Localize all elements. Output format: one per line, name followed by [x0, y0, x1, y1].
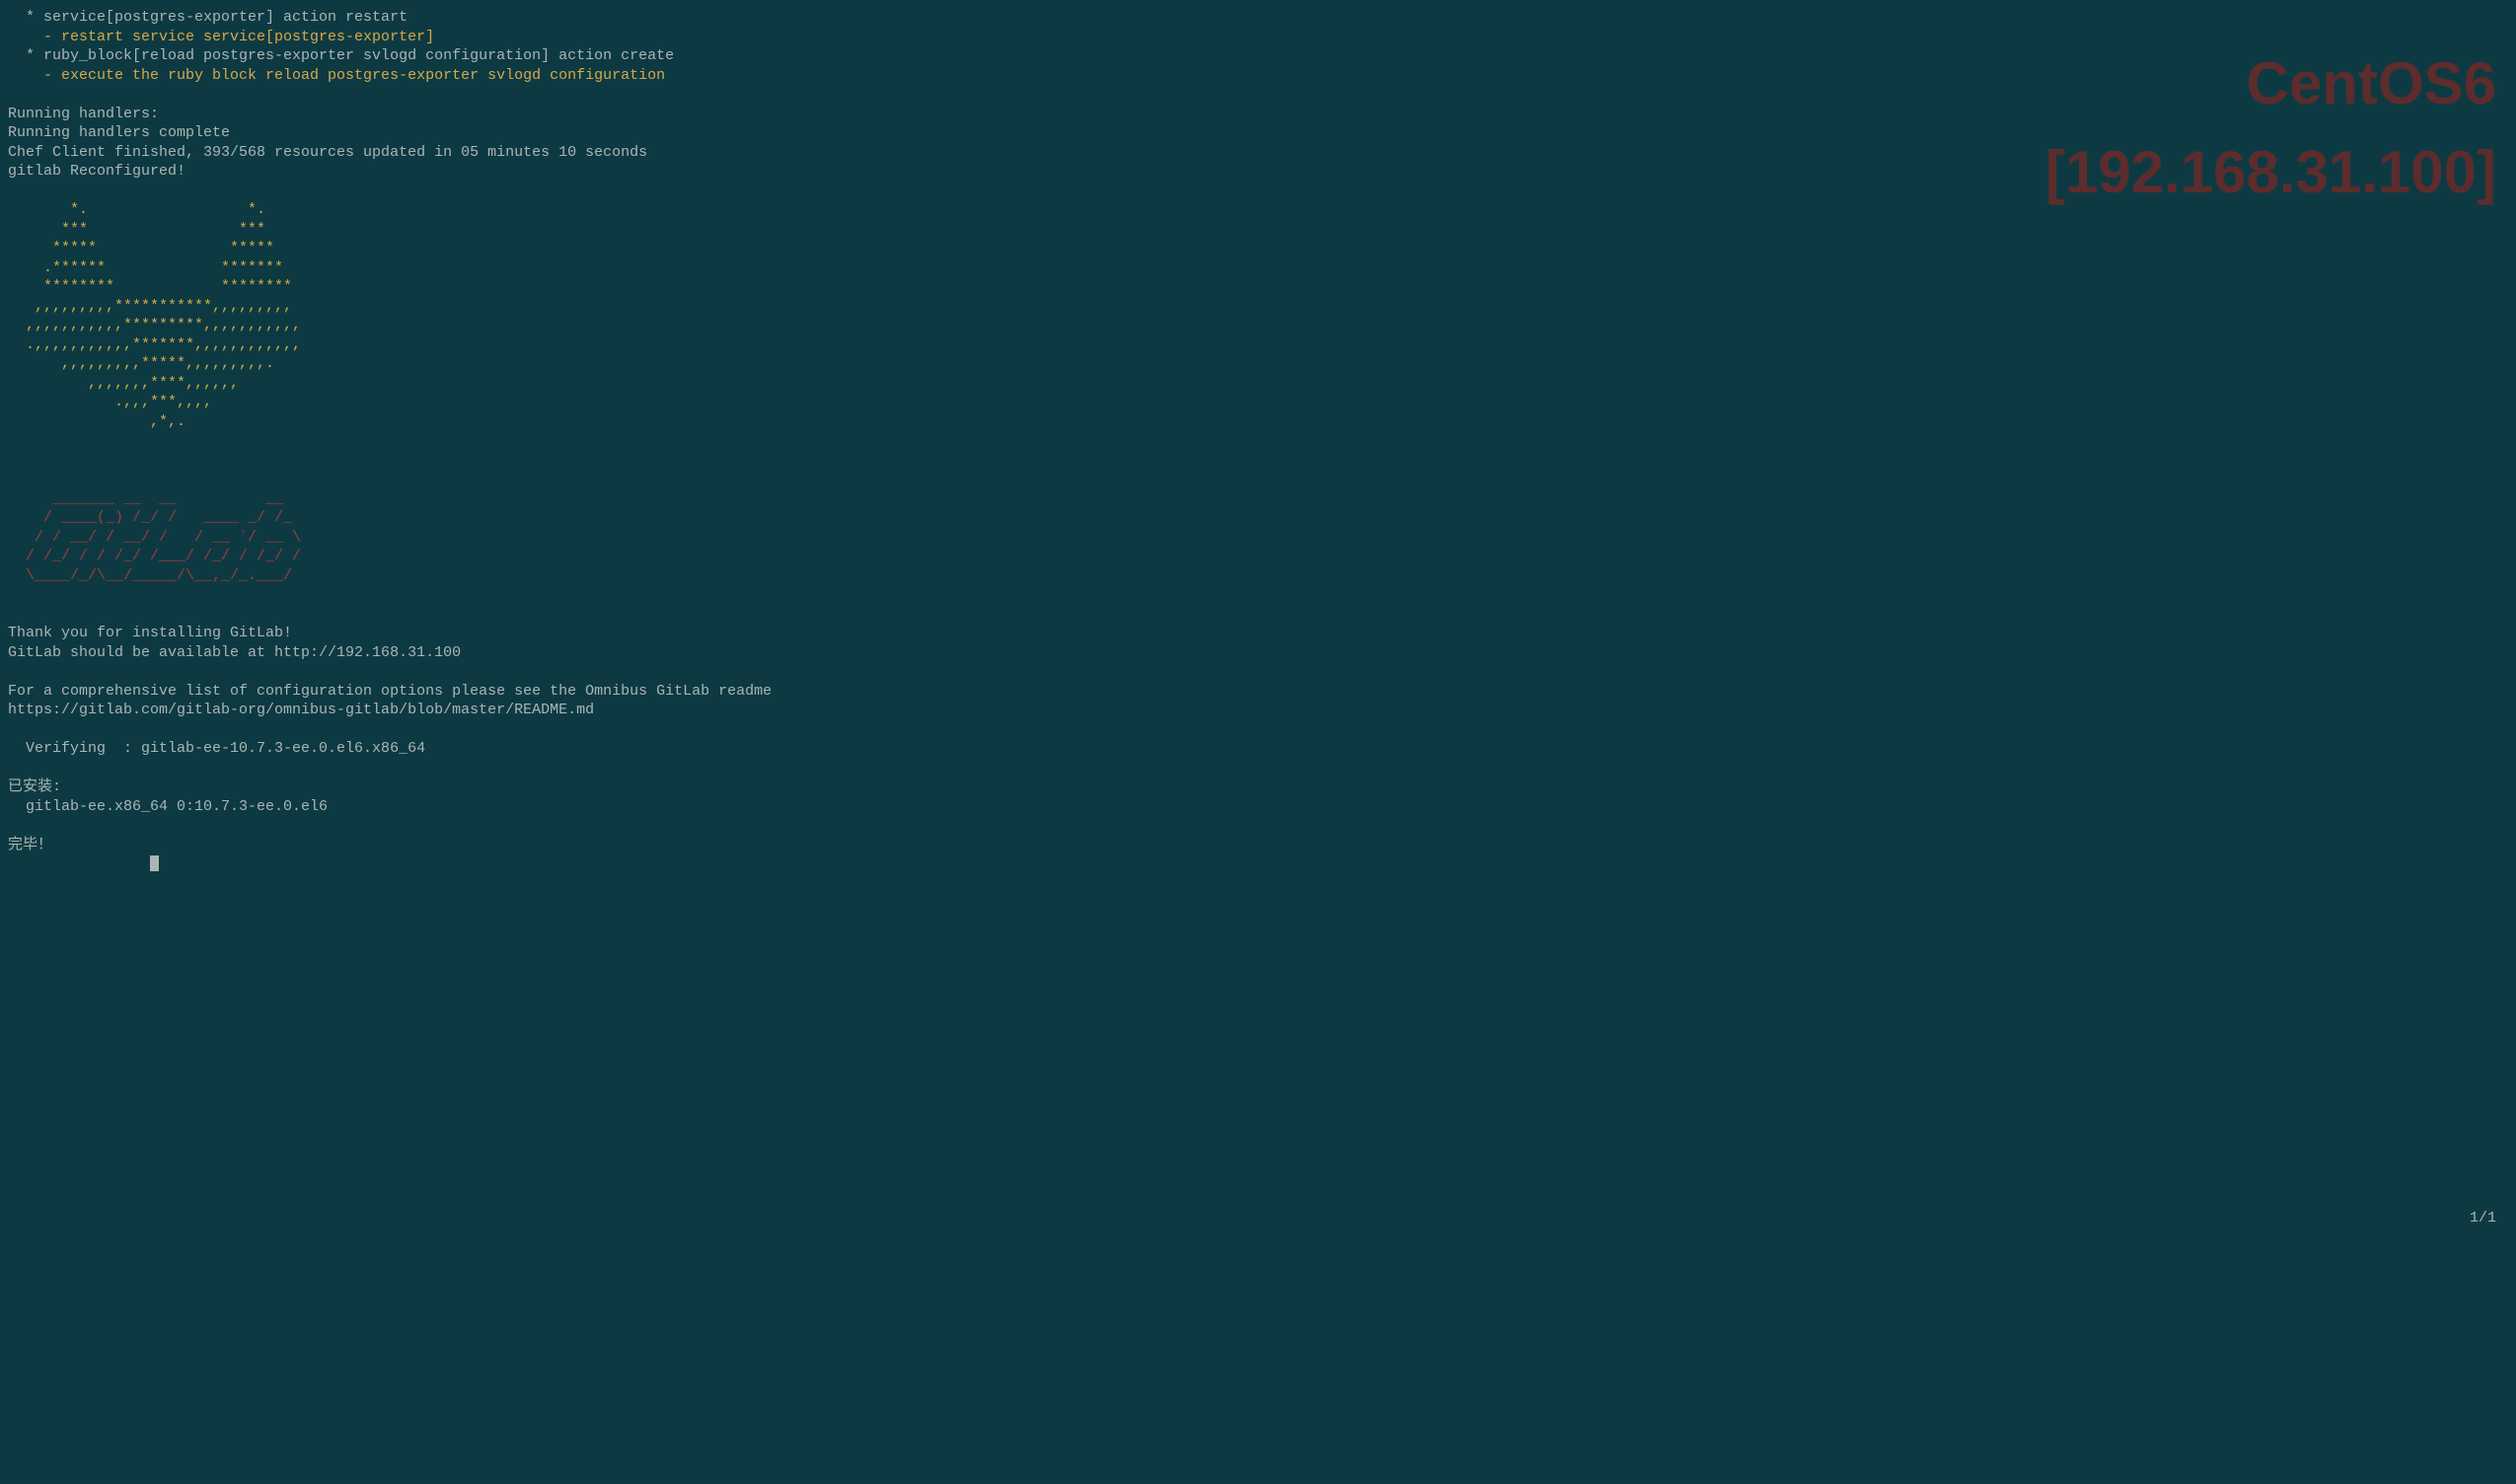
- terminal-host-watermark: CentOS6 [192.168.31.100]: [2045, 39, 2496, 217]
- terminal-line: [8, 816, 2508, 836]
- terminal-line: / / __/ / __/ / / __ `/ __ \: [8, 528, 2508, 548]
- page-ratio: 1/1: [2470, 1209, 2496, 1228]
- watermark-hostname: CentOS6: [2045, 39, 2496, 128]
- terminal-line: [8, 720, 2508, 740]
- terminal-line: .****** *******: [8, 259, 2508, 278]
- terminal-line: For a comprehensive list of configuratio…: [8, 682, 2508, 702]
- terminal-line: https://gitlab.com/gitlab-org/omnibus-gi…: [8, 701, 2508, 720]
- terminal-line: * service[postgres-exporter] action rest…: [8, 8, 2508, 28]
- terminal-line: *** ***: [8, 220, 2508, 240]
- terminal-line: ,,,,,,,,,,,*********,,,,,,,,,,,: [8, 316, 2508, 335]
- terminal-line: 已安装:: [8, 778, 2508, 797]
- terminal-line: ***** *****: [8, 239, 2508, 259]
- terminal-line: gitlab-ee.x86_64 0:10.7.3-ee.0.el6: [8, 797, 2508, 817]
- terminal-line: ******** ********: [8, 277, 2508, 297]
- terminal-line: .,,,***,,,,: [8, 393, 2508, 412]
- terminal-line: _______ __ __ __: [8, 489, 2508, 509]
- terminal-line: / /_/ / / /_/ /___/ /_/ / /_/ /: [8, 547, 2508, 566]
- terminal-line: ,,,,,,,****,,,,,,: [8, 374, 2508, 394]
- terminal-line: [8, 470, 2508, 489]
- terminal-line: [8, 759, 2508, 779]
- terminal-line: .,,,,,,,,,,,*******,,,,,,,,,,,,: [8, 335, 2508, 355]
- terminal-line: [8, 605, 2508, 625]
- cursor: [150, 855, 159, 871]
- terminal-line: \____/_/\__/_____/\__,_/_.___/: [8, 566, 2508, 586]
- terminal-line: / ____(_) /_/ / ____ _/ /_: [8, 508, 2508, 528]
- terminal-cursor-line: [8, 854, 2508, 874]
- terminal-line: ,,,,,,,,,*****,,,,,,,,,.: [8, 354, 2508, 374]
- terminal-line: [8, 451, 2508, 471]
- terminal-line: GitLab should be available at http://192…: [8, 643, 2508, 663]
- terminal-line: [8, 431, 2508, 451]
- terminal-line: ,,,,,,,,,***********,,,,,,,,,: [8, 297, 2508, 317]
- terminal-line: [8, 585, 2508, 605]
- terminal-line: 完毕！: [8, 836, 2508, 855]
- terminal-line: ,*,.: [8, 412, 2508, 432]
- terminal-line: Thank you for installing GitLab!: [8, 624, 2508, 643]
- terminal-line: Verifying : gitlab-ee-10.7.3-ee.0.el6.x8…: [8, 739, 2508, 759]
- terminal-line: [8, 662, 2508, 682]
- watermark-ip: [192.168.31.100]: [2045, 128, 2496, 217]
